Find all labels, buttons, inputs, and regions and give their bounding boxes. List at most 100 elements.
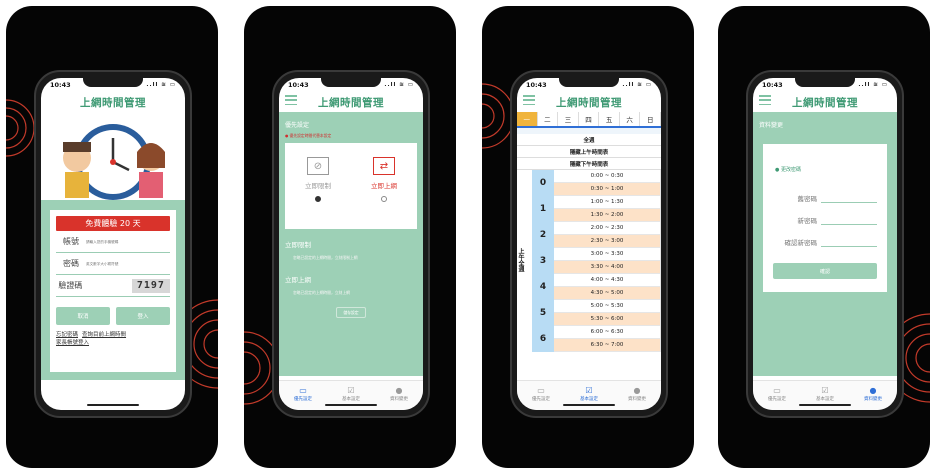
title-bar: 上網時間管理 (41, 92, 185, 112)
nav-label: 資料變更 (864, 396, 882, 402)
time-slot[interactable]: 3:00 ~ 3:30 (554, 248, 661, 261)
change-password-card: ● 更改密碼 舊密碼 新密碼 確認新密碼 確認 (763, 144, 887, 292)
password-input[interactable] (86, 261, 170, 266)
captcha-input[interactable] (84, 283, 132, 288)
confirm-password-label: 確認新密碼 (784, 239, 818, 247)
confirm-password-row: 確認新密碼 (773, 231, 877, 247)
notch (559, 78, 619, 87)
time-slot[interactable]: 0:00 ~ 0:30 (554, 170, 661, 183)
confirm-password-input[interactable] (821, 237, 877, 247)
time-slot[interactable]: 1:30 ~ 2:00 (554, 209, 661, 222)
all-week-toggle[interactable]: 全週 (517, 134, 661, 146)
nav-label: 優先設定 (532, 396, 550, 402)
section-title: 資料變更 (759, 122, 784, 129)
time-slot[interactable]: 1:00 ~ 1:30 (554, 196, 661, 209)
hour-cell[interactable]: 2 (532, 222, 554, 248)
nav-priority[interactable]: ▭ 優先設定 (768, 386, 786, 402)
schedule-table: 上午全週 0 1 2 3 4 5 6 0:00 ~ 0:30 0:30 ~ 1:… (517, 170, 661, 352)
trial-banner: 免費體驗 20 天 (56, 216, 170, 231)
new-password-label: 新密碼 (797, 217, 818, 225)
option-stop-radio[interactable] (315, 196, 321, 202)
forgot-password-link[interactable]: 忘記密碼 (56, 332, 78, 338)
hour-cell[interactable]: 1 (532, 196, 554, 222)
online-title: 立即上網 (285, 276, 311, 284)
new-password-input[interactable] (821, 215, 877, 225)
panel-schedule: 10:43 ..ll ≋ ▭ 上網時間管理 一 二 三 四 五 六 日 全週 隱… (482, 6, 694, 468)
old-password-label: 舊密碼 (797, 195, 818, 203)
tab-day-wed[interactable]: 三 (558, 112, 579, 126)
status-time: 10:43 (288, 81, 309, 89)
am-all-week-label[interactable]: 上午全週 (517, 170, 532, 352)
phone-frame: 10:43 ..ll ≋ ▭ 上網時間管理 一 二 三 四 五 六 日 全週 隱… (510, 70, 668, 418)
time-slot[interactable]: 0:30 ~ 1:00 (554, 183, 661, 196)
hour-cell[interactable]: 3 (532, 248, 554, 274)
option-online-label: 立即上網 (371, 182, 397, 190)
cancel-button[interactable]: 取消 (56, 307, 110, 325)
time-slot[interactable]: 3:30 ~ 4:00 (554, 261, 661, 274)
password-label: 密碼 (63, 259, 79, 268)
nav-label: 資料變更 (390, 396, 408, 402)
nav-profile[interactable]: ● 資料變更 (864, 386, 882, 402)
hamburger-menu-icon[interactable] (285, 95, 297, 105)
time-slot[interactable]: 4:30 ~ 5:00 (554, 287, 661, 300)
time-slot[interactable]: 6:00 ~ 6:30 (554, 326, 661, 339)
time-slot[interactable]: 5:00 ~ 5:30 (554, 300, 661, 313)
hour-cell[interactable]: 4 (532, 274, 554, 300)
section-title: 優先設定 (285, 122, 310, 129)
query-time-link[interactable]: 查詢目前上網時間 (82, 332, 126, 338)
tab-day-mon[interactable]: 一 (517, 112, 538, 126)
hour-cell[interactable]: 0 (532, 170, 554, 196)
hamburger-menu-icon[interactable] (759, 95, 771, 105)
nav-priority[interactable]: ▭ 優先設定 (294, 386, 312, 402)
option-stop[interactable]: ⊘ 立即限制 (293, 157, 343, 202)
hour-cell[interactable]: 5 (532, 300, 554, 326)
nav-basic[interactable]: ☑ 基本設定 (580, 386, 598, 402)
stop-description: 忽略已設定的上網時間，立刻限制上網 (293, 255, 358, 260)
status-icons: ..ll ≋ ▭ (622, 82, 652, 88)
status-time: 10:43 (50, 81, 71, 89)
password-row: 密碼 (56, 253, 170, 275)
time-slot[interactable]: 2:30 ~ 3:00 (554, 235, 661, 248)
tab-day-tue[interactable]: 二 (538, 112, 559, 126)
nav-label: 基本設定 (816, 396, 834, 402)
tab-day-fri[interactable]: 五 (599, 112, 620, 126)
time-slot[interactable]: 6:30 ~ 7:00 (554, 339, 661, 352)
nav-profile[interactable]: ● 資料變更 (390, 386, 408, 402)
tab-day-sun[interactable]: 日 (640, 112, 661, 126)
panel-login: 10:43 ..ll ≋ ▭ 上網時間管理 免費體驗 20 天 帳號 請輸入您的… (6, 6, 218, 468)
login-buttons: 取消 登入 (56, 307, 170, 325)
hamburger-menu-icon[interactable] (523, 95, 535, 105)
save-settings-button[interactable]: 儲存設定 (336, 307, 366, 318)
time-slot[interactable]: 4:00 ~ 4:30 (554, 274, 661, 287)
app-title: 上網時間管理 (792, 96, 858, 109)
hide-am-toggle[interactable]: 隱藏上午時間表 (517, 146, 661, 158)
old-password-input[interactable] (821, 193, 877, 203)
app-title: 上網時間管理 (80, 96, 146, 109)
option-online[interactable]: ⇄ 立即上網 (359, 157, 409, 202)
home-indicator (799, 403, 851, 406)
option-online-radio[interactable] (381, 196, 387, 202)
app-title: 上網時間管理 (556, 96, 622, 109)
time-slot[interactable]: 5:30 ~ 6:00 (554, 313, 661, 326)
tab-day-sat[interactable]: 六 (620, 112, 641, 126)
tab-day-thu[interactable]: 四 (579, 112, 600, 126)
captcha-image[interactable]: 7197 (131, 278, 170, 293)
panel-priority: 10:43 ..ll ≋ ▭ 上網時間管理 優先設定 ● 優先設定時間代替本設定… (244, 6, 456, 468)
nav-basic[interactable]: ☑ 基本設定 (342, 386, 360, 402)
nav-profile[interactable]: ● 資料變更 (628, 386, 646, 402)
hour-cell[interactable]: 6 (532, 326, 554, 352)
status-time: 10:43 (526, 81, 547, 89)
account-input[interactable] (86, 239, 170, 244)
confirm-button[interactable]: 確認 (773, 263, 877, 279)
account-row: 帳號 (56, 231, 170, 253)
stop-title: 立即限制 (285, 241, 311, 249)
hide-pm-toggle[interactable]: 隱藏下午時間表 (517, 158, 661, 170)
time-slot[interactable]: 2:00 ~ 2:30 (554, 222, 661, 235)
family-login-link[interactable]: 家長帳號登入 (56, 340, 89, 346)
nav-priority[interactable]: ▭ 優先設定 (532, 386, 550, 402)
nav-basic[interactable]: ☑ 基本設定 (816, 386, 834, 402)
nav-label: 優先設定 (768, 396, 786, 402)
login-button[interactable]: 登入 (116, 307, 170, 325)
user-icon: ● (633, 385, 641, 395)
login-card: 免費體驗 20 天 帳號 密碼 驗證碼 7197 (50, 210, 176, 372)
